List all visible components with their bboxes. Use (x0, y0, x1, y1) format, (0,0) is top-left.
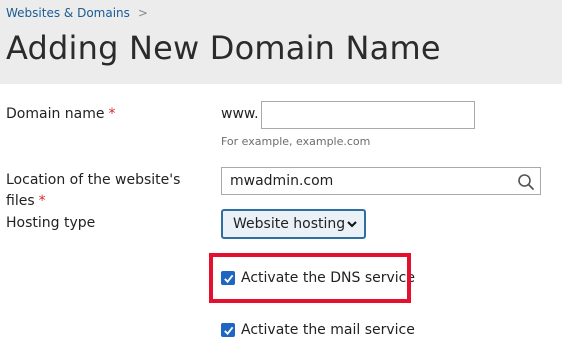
location-label-line1: Location of the website's (6, 172, 181, 188)
location-input-value: mwadmin.com (230, 173, 334, 189)
hosting-type-selected: Website hosting (233, 216, 346, 232)
www-prefix: www. (221, 106, 259, 122)
hosting-type-select[interactable]: Website hosting (221, 209, 366, 239)
domain-name-label: Domain name * (6, 104, 115, 125)
location-label-line2-wrap: files * (6, 191, 180, 212)
breadcrumb: Websites & Domains > (6, 6, 148, 20)
domain-name-input[interactable] (261, 101, 475, 129)
domain-name-label-text: Domain name (6, 106, 105, 122)
location-label-line2: files (6, 193, 35, 209)
mail-service-label: Activate the mail service (241, 322, 415, 338)
location-label: Location of the website's files * (6, 170, 180, 212)
page-header: Websites & Domains > Adding New Domain N… (0, 0, 562, 84)
location-input[interactable]: mwadmin.com (221, 167, 541, 195)
checkmark-icon (223, 326, 233, 335)
chevron-down-icon (346, 218, 358, 230)
required-mark: * (108, 106, 116, 122)
domain-name-hint: For example, example.com (221, 135, 371, 148)
dns-highlight-box (209, 253, 411, 303)
mail-service-row[interactable]: Activate the mail service (221, 322, 415, 338)
required-mark: * (38, 193, 46, 209)
breadcrumb-chevron-icon: > (137, 6, 148, 20)
mail-service-checkbox[interactable] (221, 323, 235, 337)
breadcrumb-link-websites-domains[interactable]: Websites & Domains (6, 6, 130, 20)
search-icon[interactable] (517, 173, 535, 191)
hosting-type-label: Hosting type (6, 215, 96, 231)
page-title: Adding New Domain Name (6, 29, 441, 67)
